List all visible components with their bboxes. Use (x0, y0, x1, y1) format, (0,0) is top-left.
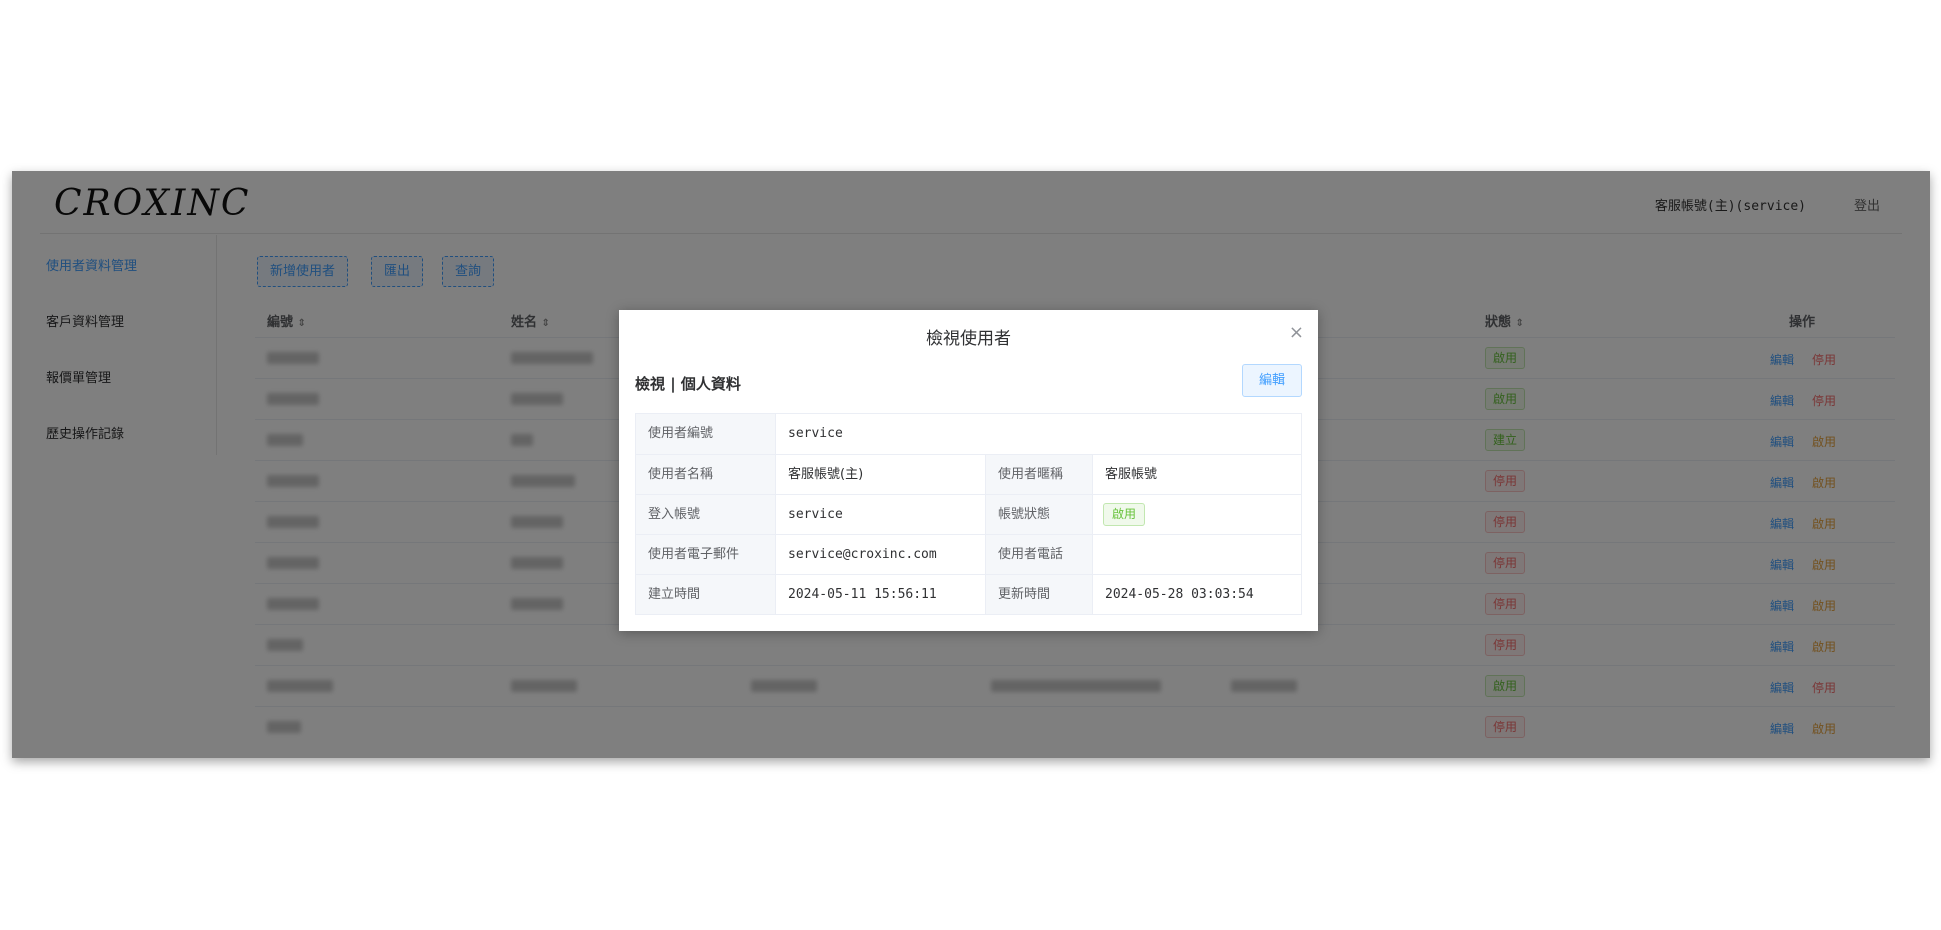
field-label: 使用者編號 (636, 414, 776, 454)
created-value: 2024-05-11 15:56:11 (776, 575, 986, 614)
status-badge: 啟用 (1103, 503, 1146, 526)
details-row: 使用者名稱 客服帳號(主) 使用者暱稱 客服帳號 (636, 454, 1301, 494)
field-label: 使用者暱稱 (986, 455, 1093, 494)
user-id-value: service (788, 426, 843, 441)
phone-value (1093, 535, 1303, 574)
user-details-table: 使用者編號 service 使用者名稱 客服帳號(主) 使用者暱稱 客服帳號 登… (635, 413, 1302, 615)
email-value: service@croxinc.com (776, 535, 986, 574)
details-row: 建立時間 2024-05-11 15:56:11 更新時間 2024-05-28… (636, 574, 1301, 614)
section-title: 檢視 | 個人資料 (635, 375, 741, 393)
nickname-value: 客服帳號 (1105, 467, 1158, 482)
field-label: 使用者名稱 (636, 455, 776, 494)
login-value: service (776, 495, 986, 534)
updated-value: 2024-05-28 03:03:54 (1105, 587, 1254, 602)
user-name-value: 客服帳號(主) (776, 455, 986, 494)
close-icon[interactable]: × (1289, 322, 1304, 343)
edit-button[interactable]: 編輯 (1242, 364, 1302, 397)
field-label: 建立時間 (636, 575, 776, 614)
details-row: 登入帳號 service 帳號狀態 啟用 (636, 494, 1301, 534)
field-label: 登入帳號 (636, 495, 776, 534)
field-label: 帳號狀態 (986, 495, 1093, 534)
field-label: 更新時間 (986, 575, 1093, 614)
account-status-cell: 啟用 (1093, 495, 1303, 534)
field-label: 使用者電子郵件 (636, 535, 776, 574)
details-row: 使用者編號 service (636, 414, 1301, 454)
dialog-title: 檢視使用者 (926, 329, 1011, 349)
details-row: 使用者電子郵件 service@croxinc.com 使用者電話 (636, 534, 1301, 574)
view-user-dialog: 檢視使用者 × 檢視 | 個人資料 編輯 使用者編號 service 使用者名稱… (619, 310, 1318, 631)
field-label: 使用者電話 (986, 535, 1093, 574)
